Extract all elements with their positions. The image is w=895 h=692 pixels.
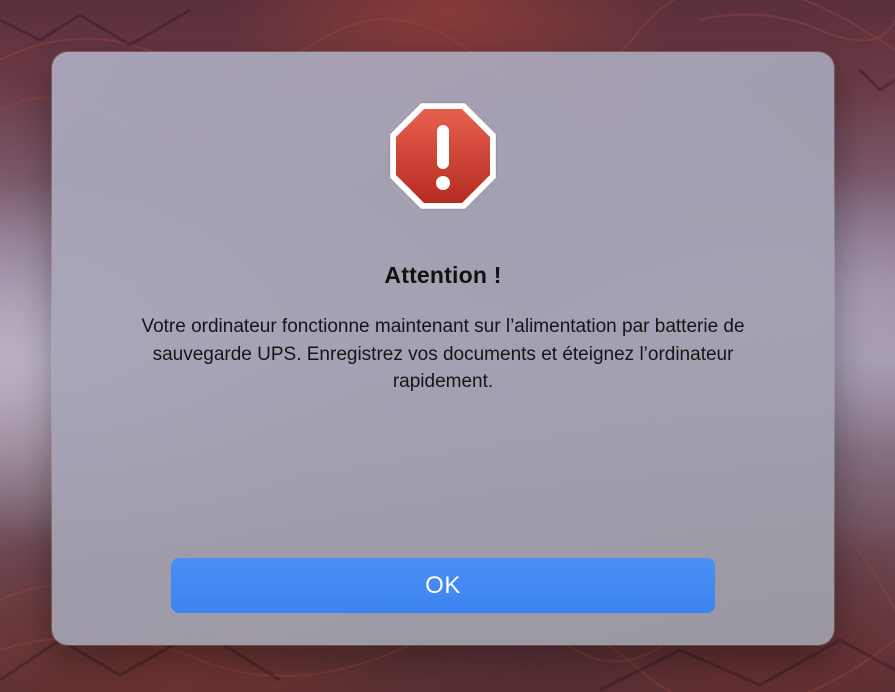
ok-button[interactable]: OK — [171, 558, 715, 613]
dialog-message: Votre ordinateur fonctionne maintenant s… — [141, 316, 745, 392]
warning-stop-sign-icon — [389, 102, 497, 210]
alert-dialog: Attention ! Votre ordinateur fonctionne … — [52, 52, 834, 645]
dialog-title: Attention ! — [384, 262, 502, 288]
